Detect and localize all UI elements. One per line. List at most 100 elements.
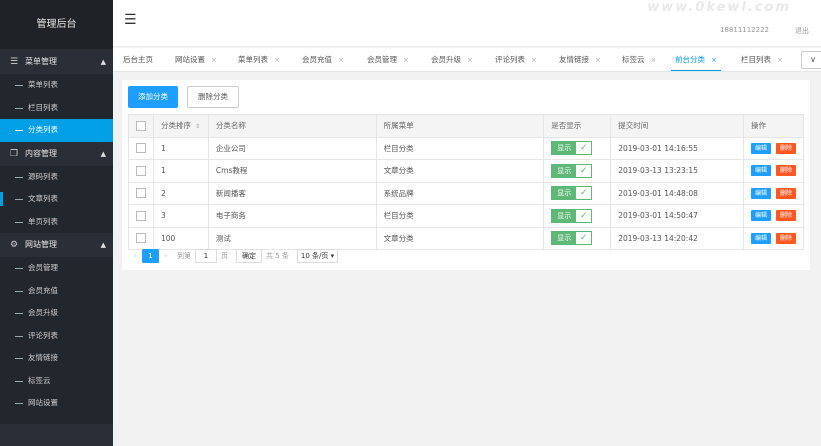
tab-comment-list[interactable]: 评论列表 ×	[495, 48, 537, 71]
group-head-menus[interactable]: ☰ 菜单管理 ▲	[0, 50, 113, 74]
tabs-more-button[interactable]: ∨	[801, 51, 821, 69]
close-icon[interactable]: ×	[338, 56, 344, 64]
show-toggle[interactable]: 显示 ✓	[551, 208, 593, 223]
row-checkbox[interactable]	[136, 143, 146, 154]
tab-label: 标签云	[622, 55, 645, 64]
delete-button[interactable]: 删除	[776, 165, 797, 177]
group-head-site[interactable]: ⚙ 网站管理 ▲	[0, 233, 113, 257]
delete-button[interactable]: 删除	[776, 232, 797, 244]
close-icon[interactable]: ×	[274, 56, 280, 64]
close-icon[interactable]: ×	[467, 56, 473, 64]
close-icon[interactable]: ×	[403, 56, 409, 64]
col-time: 提交时间	[610, 114, 745, 138]
hamburger-icon[interactable]: ☰	[124, 12, 137, 28]
show-toggle[interactable]: 显示 ✓	[551, 186, 593, 201]
cell-sort: 100	[152, 226, 209, 250]
user-phone[interactable]: 18811112222	[720, 26, 769, 34]
tab-home[interactable]: 后台主页	[123, 48, 153, 71]
sort-icon[interactable]: ⇕	[195, 123, 200, 130]
col-sort[interactable]: 分类排序 ⇕	[152, 114, 209, 138]
page-1-button[interactable]: 1	[142, 249, 159, 263]
tab-label: 评论列表	[495, 55, 525, 64]
sidebar-item-article-list[interactable]: 文章列表	[0, 188, 113, 211]
row-checkbox[interactable]	[136, 210, 146, 221]
cell-sort: 1	[152, 136, 209, 160]
edit-button[interactable]: 编辑	[751, 187, 772, 199]
tab-tag-cloud[interactable]: 标签云 ×	[622, 48, 657, 71]
close-icon[interactable]: ×	[531, 56, 537, 64]
delete-button[interactable]: 删除	[776, 142, 797, 154]
sidebar-item-friend-links[interactable]: 友情链接	[0, 347, 113, 370]
sidebar-item-member-recharge[interactable]: 会员充值	[0, 280, 113, 303]
sidebar-item-menu-list[interactable]: 菜单列表	[0, 74, 113, 97]
cell-time: 2019-03-13 14:20:42	[610, 226, 745, 250]
sidebar-item-source-list[interactable]: 源码列表	[0, 166, 113, 189]
edit-button[interactable]: 编辑	[751, 165, 772, 177]
close-icon[interactable]: ×	[651, 56, 657, 64]
cell-time: 2019-03-13 13:23:15	[610, 159, 745, 183]
edit-button[interactable]: 编辑	[751, 142, 772, 154]
show-toggle[interactable]: 显示 ✓	[551, 141, 593, 156]
sidebar-item-tag-cloud[interactable]: 标签云	[0, 370, 113, 393]
close-icon[interactable]: ×	[595, 56, 601, 64]
menu-group-content: ❐ 内容管理 ▲ 源码列表 文章列表 单页列表	[0, 141, 113, 234]
chevron-down-icon: ▾	[330, 252, 335, 260]
menu-group-site: ⚙ 网站管理 ▲ 会员管理 会员充值 会员升级 评论列表 友情链接 标签云 网站设…	[0, 233, 113, 415]
sidebar-item-member-upgrade[interactable]: 会员升级	[0, 302, 113, 325]
sidebar-item-category-list[interactable]: 分类列表	[0, 119, 113, 142]
delete-category-button[interactable]: 删除分类	[187, 86, 239, 108]
add-category-button[interactable]: 添加分类	[128, 86, 178, 108]
page-input[interactable]: 1	[195, 249, 217, 263]
logout-link[interactable]: 退出	[795, 26, 809, 36]
check-icon: ✓	[580, 143, 588, 154]
tab-label: 会员管理	[367, 55, 397, 64]
tab-menu-list[interactable]: 菜单列表 ×	[238, 48, 280, 71]
sidebar-item-site-settings[interactable]: 网站设置	[0, 392, 113, 415]
prev-page-icon[interactable]: ‹	[128, 252, 142, 260]
table-row: 1 企业公司 栏目分类 显示 ✓ 2019-03-01 14:16:55 编辑 删除	[128, 136, 804, 160]
tab-front-category[interactable]: 前台分类 ×	[671, 48, 721, 71]
cell-menu: 文章分类	[375, 159, 545, 183]
close-icon[interactable]: ×	[711, 56, 717, 64]
row-checkbox[interactable]	[136, 233, 146, 244]
tab-member-recharge[interactable]: 会员充值 ×	[302, 48, 344, 71]
gear-icon: ⚙	[10, 240, 19, 250]
select-all-checkbox[interactable]	[136, 120, 146, 131]
sidebar-item-column-list[interactable]: 栏目列表	[0, 97, 113, 120]
tab-friend-links[interactable]: 友情链接 ×	[559, 48, 601, 71]
sidebar-item-member-manage[interactable]: 会员管理	[0, 257, 113, 280]
tab-site-settings[interactable]: 网站设置 ×	[175, 48, 217, 71]
next-page-icon[interactable]: ›	[159, 252, 173, 260]
caret-up-icon: ▲	[100, 241, 106, 249]
cell-name: 测试	[207, 226, 377, 250]
edit-button[interactable]: 编辑	[751, 210, 772, 222]
goto-confirm-button[interactable]: 确定	[236, 249, 262, 263]
cell-time: 2019-03-01 14:16:55	[610, 136, 745, 160]
row-checkbox[interactable]	[136, 188, 146, 199]
cell-sort: 1	[152, 159, 209, 183]
edit-button[interactable]: 编辑	[751, 232, 772, 244]
show-toggle[interactable]: 显示 ✓	[551, 231, 593, 246]
goto-label: 到第	[177, 252, 191, 260]
sidebar-item-label: 单页列表	[28, 216, 58, 226]
cell-menu: 栏目分类	[375, 204, 545, 228]
delete-button[interactable]: 删除	[776, 210, 797, 222]
show-toggle[interactable]: 显示 ✓	[551, 163, 593, 178]
toggle-label: 显示	[552, 142, 577, 155]
close-icon[interactable]: ×	[211, 56, 217, 64]
toggle-label: 显示	[552, 209, 577, 222]
row-checkbox[interactable]	[136, 165, 146, 176]
list-icon: ☰	[10, 57, 19, 67]
book-icon: ❐	[10, 148, 19, 159]
tab-column-list[interactable]: 栏目列表 ×	[741, 48, 783, 71]
tab-member-manage[interactable]: 会员管理 ×	[367, 48, 409, 71]
sidebar-item-comment-list[interactable]: 评论列表	[0, 325, 113, 348]
delete-button[interactable]: 删除	[776, 187, 797, 199]
group-head-content[interactable]: ❐ 内容管理 ▲	[0, 141, 113, 166]
sidebar-item-label: 分类列表	[28, 125, 58, 134]
tab-label: 菜单列表	[238, 55, 268, 64]
sidebar-item-page-list[interactable]: 单页列表	[0, 211, 113, 234]
tab-member-upgrade[interactable]: 会员升级 ×	[431, 48, 473, 71]
close-icon[interactable]: ×	[777, 56, 783, 64]
per-page-select[interactable]: 10 条/页 ▾	[296, 249, 339, 263]
